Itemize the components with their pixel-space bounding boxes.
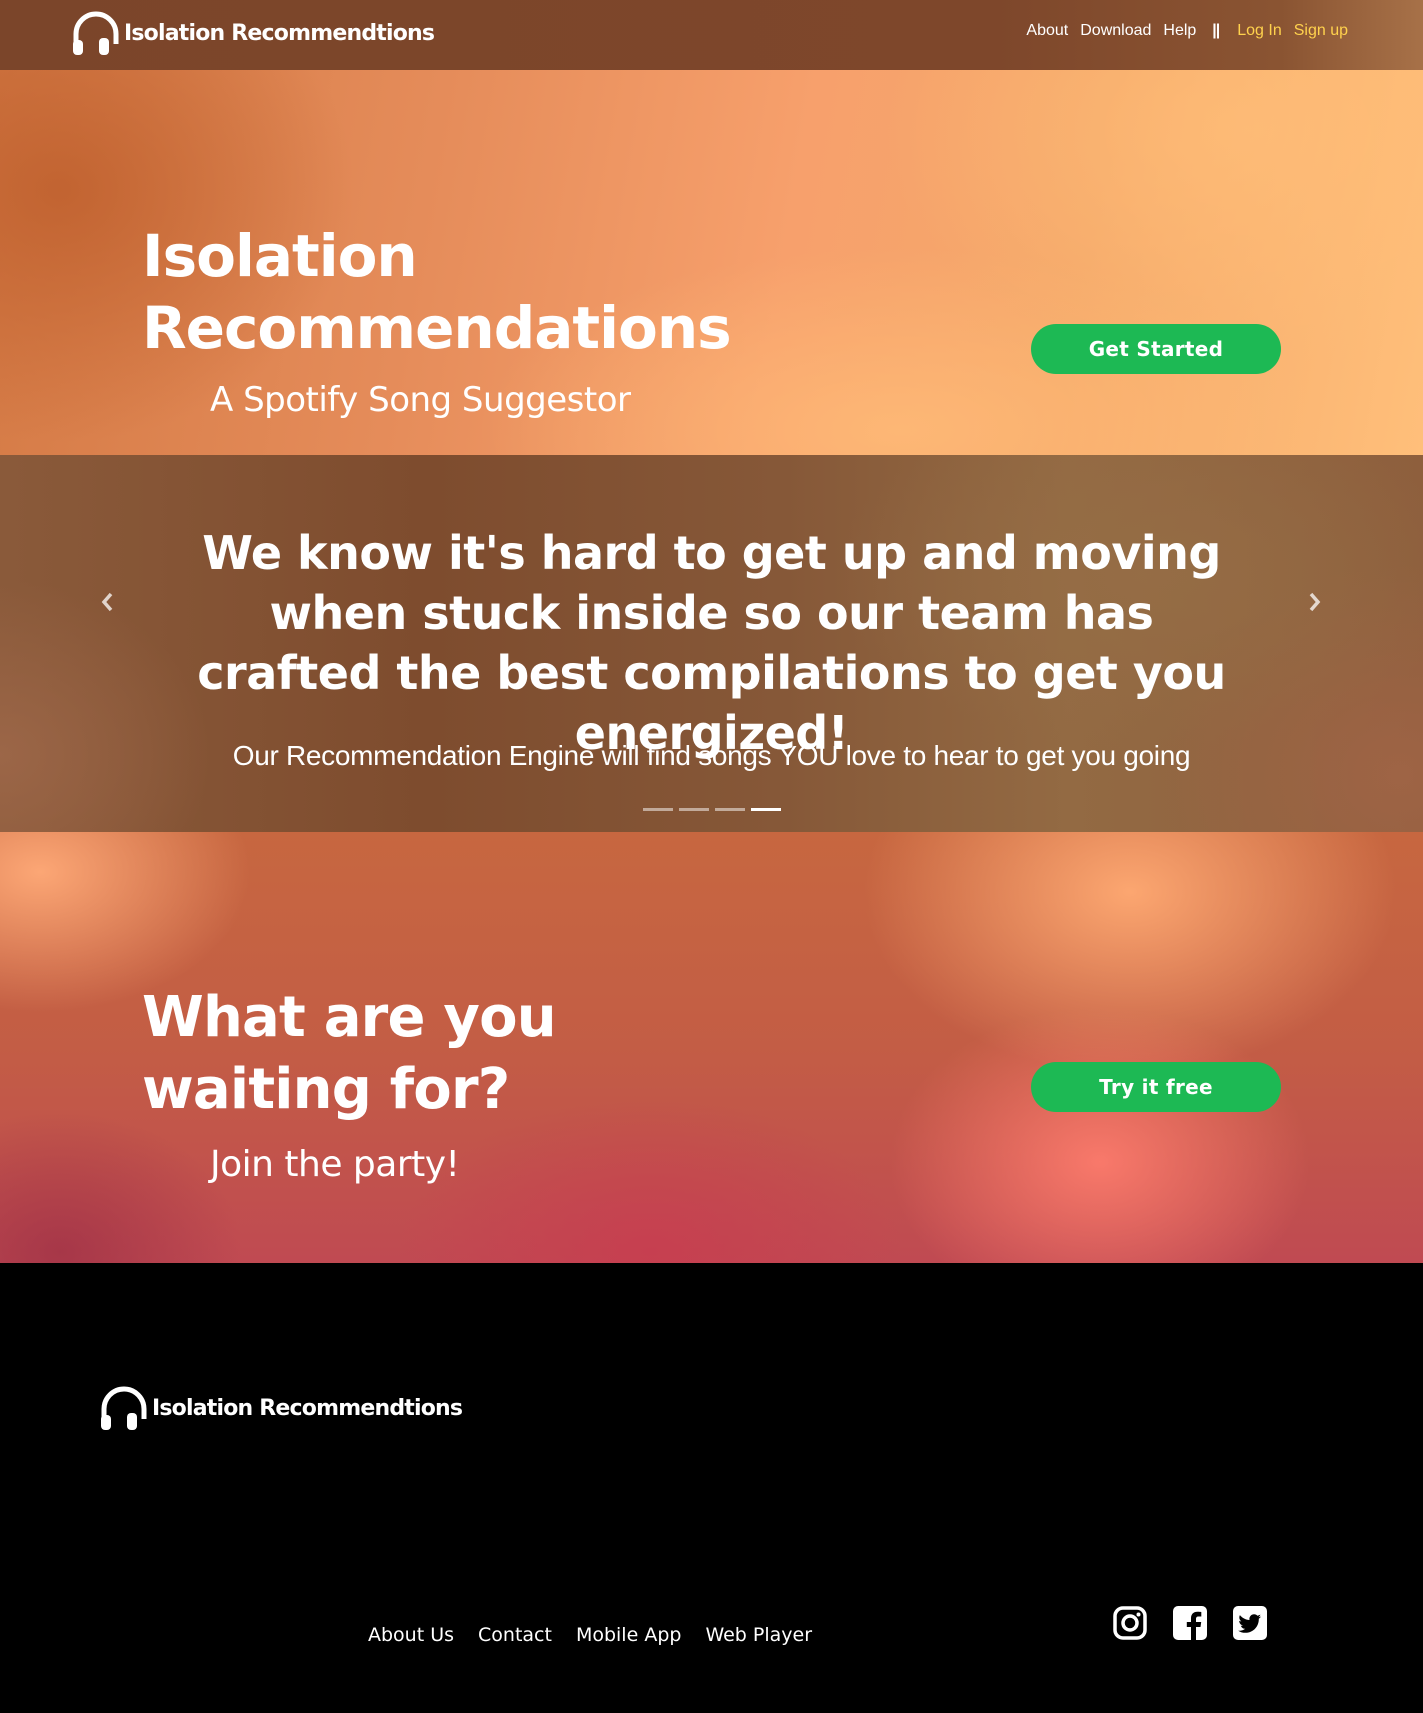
carousel-subtext: Our Recommendation Engine will find song… <box>232 740 1191 771</box>
carousel: We know it's hard to get up and moving w… <box>0 455 1423 832</box>
facebook-icon[interactable] <box>1172 1605 1208 1641</box>
nav-about-link[interactable]: About <box>1026 22 1068 40</box>
chevron-left-icon <box>101 592 113 612</box>
hero-title: Isolation Recommendations <box>142 220 782 364</box>
footer-about-link[interactable]: About Us <box>368 1624 454 1646</box>
footer-brand-name: Isolation Recommendtions <box>152 1395 463 1421</box>
hero-title-line2: Recommendations <box>142 294 732 362</box>
footer-brand-logo[interactable]: Isolation Recommendtions <box>98 1385 463 1431</box>
nav-separator: || <box>1212 22 1220 39</box>
footer-web-player-link[interactable]: Web Player <box>705 1624 812 1646</box>
headphones-icon <box>101 1386 147 1430</box>
hero-section: Isolation Recommendations A Spotify Song… <box>0 70 1423 455</box>
footer-links: About Us Contact Mobile App Web Player <box>368 1624 812 1646</box>
cta-subtitle: Join the party! <box>210 1144 460 1185</box>
brand-logo[interactable]: Isolation Recommendtions <box>70 10 435 56</box>
signup-link[interactable]: Sign up <box>1294 22 1348 40</box>
carousel-indicator-2[interactable] <box>679 808 709 811</box>
nav-download-link[interactable]: Download <box>1080 22 1151 40</box>
nav-links: About Download Help || Log In Sign up <box>1014 22 1348 40</box>
carousel-indicators <box>643 808 781 811</box>
footer-contact-link[interactable]: Contact <box>478 1624 552 1646</box>
social-links <box>1112 1605 1268 1641</box>
brand-name: Isolation Recommendtions <box>124 20 435 46</box>
headphones-icon <box>73 11 119 55</box>
carousel-indicator-4[interactable] <box>751 808 781 811</box>
carousel-prev-button[interactable] <box>92 587 122 617</box>
navbar: Isolation Recommendtions About Download … <box>0 0 1423 70</box>
instagram-icon[interactable] <box>1112 1605 1148 1641</box>
nav-help-link[interactable]: Help <box>1163 22 1196 40</box>
login-link[interactable]: Log In <box>1237 22 1281 40</box>
hero-subtitle: A Spotify Song Suggestor <box>210 380 631 420</box>
carousel-indicator-3[interactable] <box>715 808 745 811</box>
carousel-next-button[interactable] <box>1300 587 1330 617</box>
try-free-button[interactable]: Try it free <box>1031 1062 1281 1112</box>
cta-title: What are you waiting for? <box>142 985 557 1122</box>
get-started-button[interactable]: Get Started <box>1031 324 1281 374</box>
cta-section: What are you waiting for? Join the party… <box>0 832 1423 1263</box>
footer: Isolation Recommendtions About Us Contac… <box>0 1263 1423 1713</box>
hero-title-line1: Isolation <box>142 222 418 290</box>
footer-mobile-app-link[interactable]: Mobile App <box>576 1624 681 1646</box>
carousel-heading: We know it's hard to get up and moving w… <box>197 526 1226 760</box>
carousel-indicator-1[interactable] <box>643 808 673 811</box>
twitter-icon[interactable] <box>1232 1605 1268 1641</box>
chevron-right-icon <box>1309 592 1321 612</box>
